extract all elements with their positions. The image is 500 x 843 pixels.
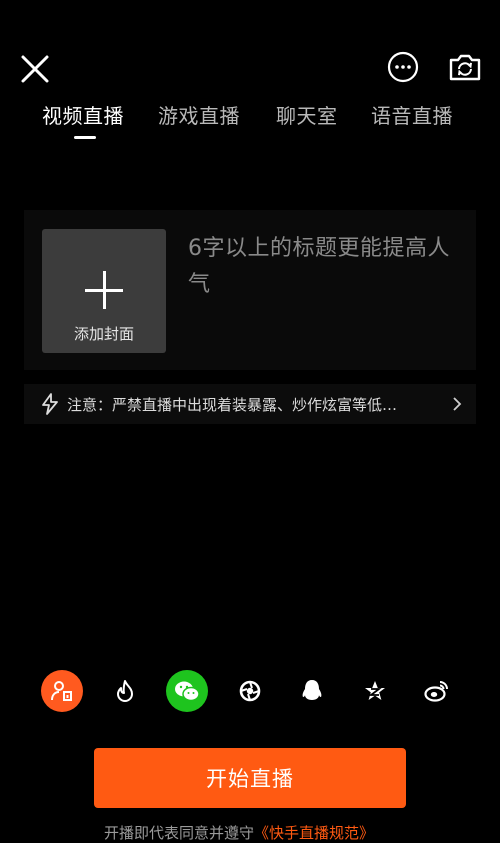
- share-qzone-button[interactable]: [354, 670, 396, 712]
- close-icon: [21, 55, 49, 83]
- share-hot-button[interactable]: [104, 670, 146, 712]
- notice-text: 注意：严禁直播中出现着装暴露、炒作炫富等低…: [67, 396, 398, 414]
- add-cover-button[interactable]: 添加封面: [42, 229, 166, 353]
- agreement-text: 开播即代表同意并遵守《快手直播规范》: [104, 822, 374, 843]
- add-cover-label: 添加封面: [73, 325, 134, 343]
- chevron-right-icon: [453, 397, 462, 411]
- notice-bar[interactable]: 注意：严禁直播中出现着装暴露、炒作炫富等低…: [24, 384, 476, 424]
- agreement-prefix: 开播即代表同意并遵守: [104, 824, 255, 842]
- live-type-tabs: 视频直播 游戏直播 聊天室 语音直播: [0, 100, 500, 150]
- lightning-icon: [42, 393, 58, 415]
- flip-camera-icon: [449, 54, 481, 81]
- top-bar: [0, 0, 500, 100]
- flip-camera-button[interactable]: [444, 48, 486, 86]
- close-button[interactable]: [16, 50, 54, 88]
- contacts-icon: [51, 681, 72, 701]
- start-live-button[interactable]: 开始直播: [94, 748, 406, 808]
- active-tab-indicator: [74, 136, 96, 139]
- share-moments-button[interactable]: [229, 670, 271, 712]
- tab-chat-room[interactable]: 聊天室: [276, 100, 338, 129]
- share-wechat-button[interactable]: [166, 670, 208, 712]
- tab-voice-live[interactable]: 语音直播: [371, 100, 453, 129]
- more-icon: [387, 51, 419, 83]
- live-rules-link[interactable]: 《快手直播规范》: [254, 824, 374, 842]
- qzone-icon: [365, 681, 385, 700]
- qq-icon: [302, 680, 322, 700]
- weibo-icon: [424, 681, 448, 702]
- live-title-input[interactable]: 6字以上的标题更能提高人气: [188, 231, 468, 303]
- plus-icon: [85, 271, 123, 309]
- share-targets: [0, 670, 500, 714]
- fire-icon: [117, 680, 133, 702]
- share-weibo-button[interactable]: [416, 670, 458, 712]
- more-button[interactable]: [384, 48, 422, 86]
- wechat-icon: [175, 681, 200, 702]
- share-contacts-button[interactable]: [41, 670, 83, 712]
- tab-video-live[interactable]: 视频直播: [42, 100, 124, 129]
- moments-icon: [239, 680, 261, 702]
- share-qq-button[interactable]: [291, 670, 333, 712]
- tab-game-live[interactable]: 游戏直播: [158, 100, 240, 129]
